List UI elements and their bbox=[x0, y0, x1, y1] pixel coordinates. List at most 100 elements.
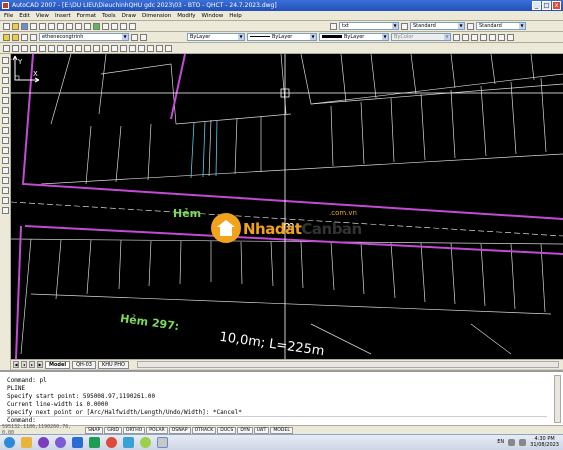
plotstyle-select[interactable]: ByColor ▼ bbox=[391, 33, 451, 41]
chrome-icon[interactable] bbox=[106, 437, 117, 448]
clock[interactable]: 4:30 PM 31/08/2023 bbox=[530, 436, 559, 448]
dim-baseline-icon[interactable] bbox=[489, 33, 496, 41]
excel-icon[interactable] bbox=[89, 437, 100, 448]
array-icon[interactable] bbox=[1, 97, 9, 104]
print-icon[interactable] bbox=[30, 22, 37, 30]
layer-select[interactable]: ethenecongtrinh ▼ bbox=[39, 33, 129, 41]
zoom-icon[interactable] bbox=[102, 22, 109, 30]
hatch-icon[interactable] bbox=[129, 44, 136, 52]
color-select[interactable]: ByLayer ▼ bbox=[187, 33, 245, 41]
drawing-canvas[interactable]: Ranh (Theo QHCT Hẻm m Hẻm 297: 10,0m; L=… bbox=[11, 54, 563, 359]
break-icon[interactable] bbox=[1, 167, 9, 174]
dim-angular-icon[interactable] bbox=[480, 33, 487, 41]
mirror-icon[interactable] bbox=[1, 77, 9, 84]
spline-icon[interactable] bbox=[75, 44, 82, 52]
close-button[interactable]: x bbox=[552, 1, 561, 10]
lwt-toggle[interactable]: LWT bbox=[253, 426, 270, 434]
copy-object-icon[interactable] bbox=[1, 67, 9, 74]
text-style-select[interactable]: txt ▼ bbox=[339, 22, 399, 30]
zalo-icon[interactable] bbox=[123, 437, 134, 448]
model-toggle[interactable]: MODEL bbox=[270, 426, 293, 434]
erase-icon[interactable] bbox=[1, 57, 9, 64]
dim-update-icon[interactable] bbox=[507, 33, 514, 41]
layer-manager-icon[interactable] bbox=[3, 33, 10, 41]
copy-icon[interactable] bbox=[57, 22, 64, 30]
otrack-toggle[interactable]: OTRACK bbox=[191, 426, 217, 434]
word-icon[interactable] bbox=[72, 437, 83, 448]
dim-linear-icon[interactable] bbox=[453, 33, 460, 41]
menu-help[interactable]: Help bbox=[229, 13, 242, 19]
menu-modify[interactable]: Modify bbox=[177, 13, 195, 19]
properties-icon[interactable] bbox=[120, 22, 127, 30]
horizontal-scrollbar[interactable] bbox=[136, 361, 559, 368]
redo-icon[interactable] bbox=[84, 22, 91, 30]
preview-icon[interactable] bbox=[39, 22, 46, 30]
next-tab-icon[interactable]: ▸ bbox=[29, 361, 35, 368]
trim-icon[interactable] bbox=[1, 147, 9, 154]
design-center-icon[interactable] bbox=[129, 22, 136, 30]
undo-icon[interactable] bbox=[75, 22, 82, 30]
polyline-icon[interactable] bbox=[21, 44, 28, 52]
osnap-toggle[interactable]: OSNAP bbox=[168, 426, 191, 434]
point-icon[interactable] bbox=[120, 44, 127, 52]
menu-tools[interactable]: Tools bbox=[102, 13, 116, 19]
open-icon[interactable] bbox=[12, 22, 19, 30]
zoom-window-icon[interactable] bbox=[111, 22, 118, 30]
layer-previous-icon[interactable] bbox=[140, 33, 147, 41]
tab-qh-03[interactable]: QH-03 bbox=[72, 360, 96, 369]
ellipse-icon[interactable] bbox=[84, 44, 91, 52]
linetype-select[interactable]: ByLayer ▼ bbox=[247, 33, 317, 41]
ortho-toggle[interactable]: ORTHO bbox=[122, 426, 146, 434]
lineweight-select[interactable]: ByLayer ▼ bbox=[319, 33, 389, 41]
polar-toggle[interactable]: POLAR bbox=[146, 426, 168, 434]
volume-icon[interactable] bbox=[519, 438, 527, 446]
green-app-icon[interactable] bbox=[140, 437, 151, 448]
ellipse-arc-icon[interactable] bbox=[93, 44, 100, 52]
menu-file[interactable]: File bbox=[4, 13, 13, 19]
paste-icon[interactable] bbox=[66, 22, 73, 30]
polygon-icon[interactable] bbox=[30, 44, 37, 52]
chamfer-icon[interactable] bbox=[1, 187, 9, 194]
table-icon[interactable] bbox=[156, 44, 163, 52]
media-player-icon[interactable] bbox=[38, 437, 49, 448]
prev-tab-icon[interactable]: ◂ bbox=[21, 361, 27, 368]
revcloud-icon[interactable] bbox=[66, 44, 73, 52]
file-explorer-icon[interactable] bbox=[21, 437, 32, 448]
stretch-icon[interactable] bbox=[1, 137, 9, 144]
command-input[interactable]: Command: bbox=[7, 416, 547, 424]
mtext-icon[interactable] bbox=[165, 44, 172, 52]
cut-icon[interactable] bbox=[48, 22, 55, 30]
menu-window[interactable]: Window bbox=[202, 13, 224, 19]
scale-icon[interactable] bbox=[1, 127, 9, 134]
dim-style-select[interactable]: Standard ▼ bbox=[410, 22, 465, 30]
construction-line-icon[interactable] bbox=[12, 44, 19, 52]
make-block-icon[interactable] bbox=[111, 44, 118, 52]
ducs-toggle[interactable]: DUCS bbox=[217, 426, 237, 434]
line-icon[interactable] bbox=[3, 44, 10, 52]
menu-format[interactable]: Format bbox=[77, 13, 96, 19]
circle-icon[interactable] bbox=[57, 44, 64, 52]
rotate-icon[interactable] bbox=[1, 117, 9, 124]
pan-icon[interactable] bbox=[93, 22, 100, 30]
menu-dimension[interactable]: Dimension bbox=[142, 13, 171, 19]
minimize-button[interactable]: _ bbox=[532, 1, 541, 10]
join-icon[interactable] bbox=[1, 177, 9, 184]
insert-block-icon[interactable] bbox=[102, 44, 109, 52]
explode-icon[interactable] bbox=[1, 207, 9, 214]
tab-khu-pho[interactable]: KHU PHO bbox=[97, 360, 129, 369]
menu-edit[interactable]: Edit bbox=[19, 13, 30, 19]
grid-toggle[interactable]: GRID bbox=[104, 426, 122, 434]
network-icon[interactable] bbox=[508, 438, 516, 446]
fillet-icon[interactable] bbox=[1, 197, 9, 204]
table-style-select[interactable]: Standard ▼ bbox=[476, 22, 526, 30]
extend-icon[interactable] bbox=[1, 157, 9, 164]
command-scrollbar[interactable] bbox=[554, 375, 561, 423]
dyn-toggle[interactable]: DYN bbox=[237, 426, 253, 434]
offset-icon[interactable] bbox=[1, 87, 9, 94]
autocad-task-icon[interactable] bbox=[157, 437, 168, 448]
gradient-icon[interactable] bbox=[138, 44, 145, 52]
move-icon[interactable] bbox=[1, 107, 9, 114]
rectangle-icon[interactable] bbox=[39, 44, 46, 52]
arc-icon[interactable] bbox=[48, 44, 55, 52]
menu-draw[interactable]: Draw bbox=[122, 13, 136, 19]
